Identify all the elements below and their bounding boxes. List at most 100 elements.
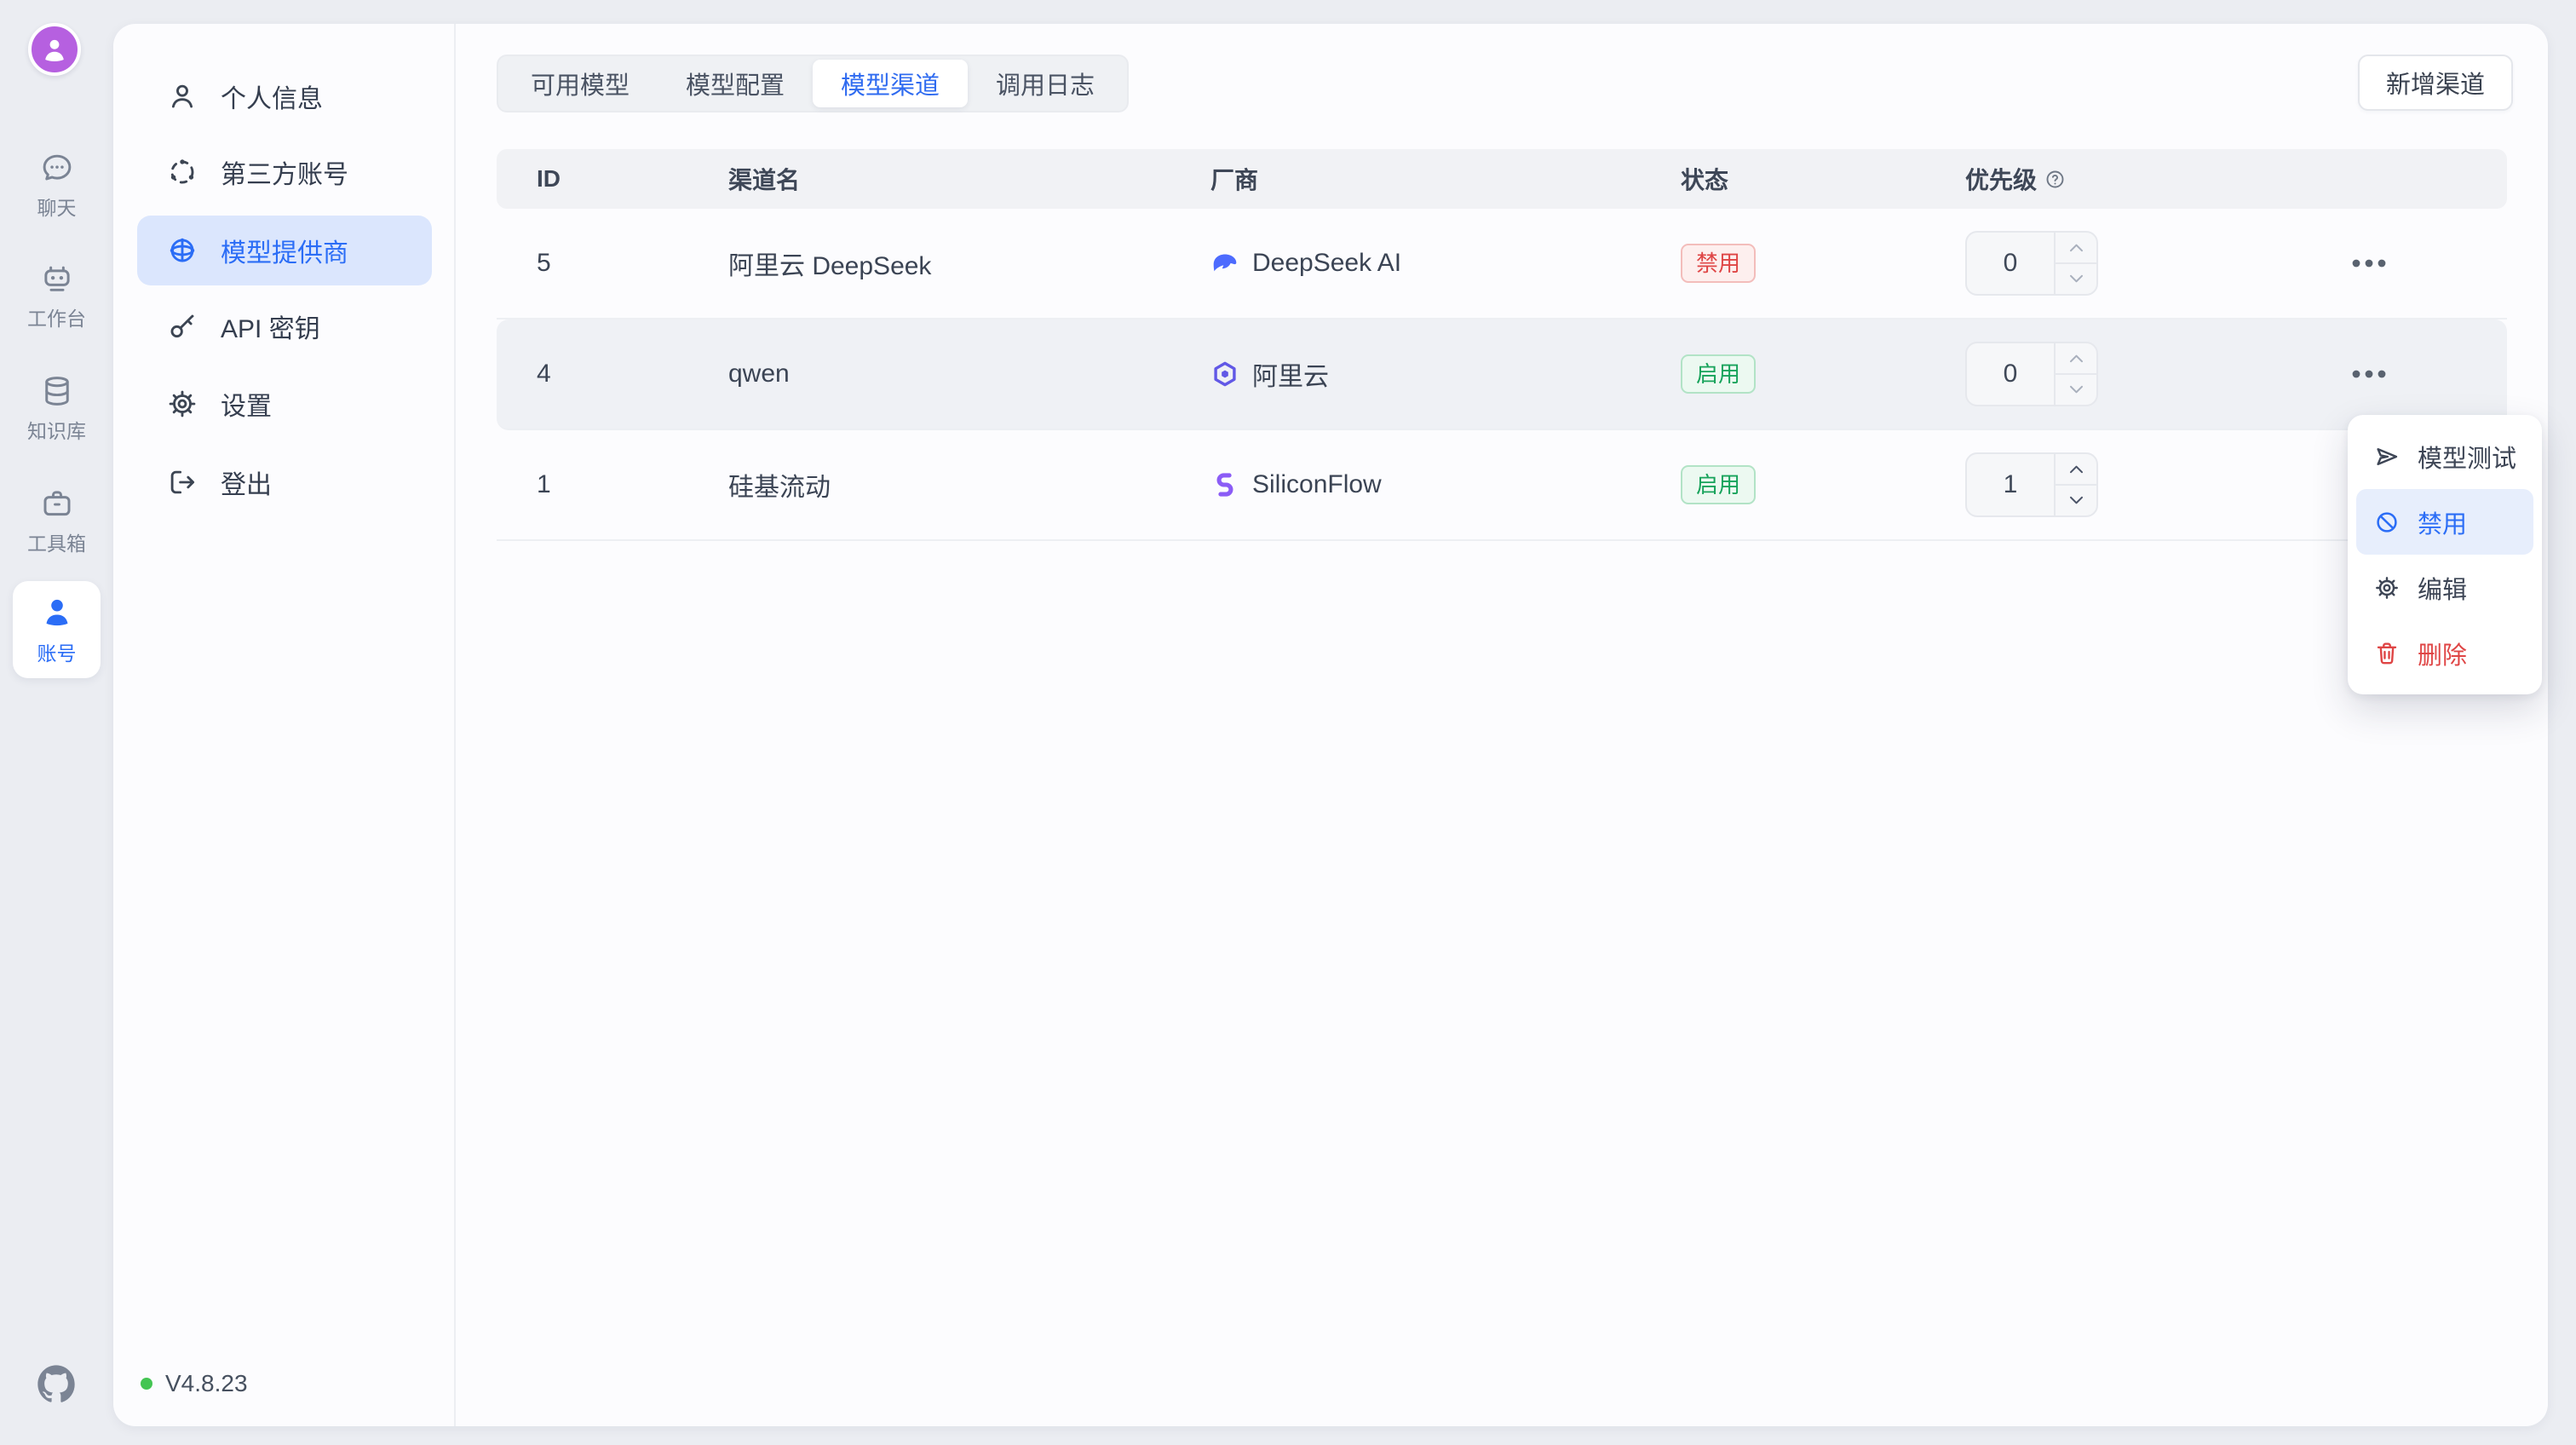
app-rail: 聊天 工作台 知识库 工具箱 账号 [0,0,113,1445]
help-circle-icon[interactable] [2044,168,2067,191]
gear-icon [2373,574,2401,602]
vendor-cell: DeepSeek AI [1210,209,1401,318]
briefcase-icon [39,486,75,521]
trash-icon [2373,640,2401,667]
nav-item-api-keys[interactable]: API 密钥 [137,291,432,361]
row-menu-button[interactable] [2343,243,2395,284]
robot-icon [39,261,75,296]
vendor-cell: 阿里云 [1210,320,1329,429]
menu-item-label: 删除 [2418,636,2467,671]
priority-stepper[interactable]: 1 [1965,452,2098,517]
channel-name: qwen [728,320,790,429]
menu-item-label: 禁用 [2418,504,2467,540]
rail-label-toolbox: 工具箱 [27,527,86,556]
nav-label: 登出 [221,463,272,501]
person-outline-icon [166,80,198,112]
version-label: V4.8.23 [165,1370,248,1397]
tab-call-logs[interactable]: 调用日志 [968,60,1123,107]
sidebar-item-knowledge[interactable]: 知识库 [0,373,113,444]
nav-item-model-providers[interactable]: 模型提供商 [137,216,432,285]
priority-value[interactable]: 1 [1967,454,2054,515]
github-icon[interactable] [34,1362,78,1406]
nav-label: 设置 [221,385,272,423]
siliconflow-logo-icon [1210,470,1239,499]
nav-label: API 密钥 [221,308,320,345]
nav-label: 第三方账号 [221,153,348,191]
sidebar-item-workspace[interactable]: 工作台 [0,261,113,331]
chat-bubble-icon [39,150,75,186]
status-cell: 启用 [1681,430,1756,539]
tab-model-config[interactable]: 模型配置 [658,60,813,107]
sidebar-item-toolbox[interactable]: 工具箱 [0,486,113,556]
table-row: 4 qwen 阿里云 启用 0 [497,320,2507,430]
row-id: 1 [537,430,551,539]
tab-bar: 可用模型 模型配置 模型渠道 调用日志 [497,55,1129,112]
add-channel-button[interactable]: 新增渠道 [2358,55,2513,111]
status-badge: 禁用 [1681,244,1756,283]
channel-name: 阿里云 DeepSeek [728,209,931,318]
col-vendor: 厂商 [1210,149,1258,209]
channels-table: ID 渠道名 厂商 状态 优先级 5 阿里云 DeepSeek DeepSeek… [497,149,2507,209]
tab-available-models[interactable]: 可用模型 [503,60,658,107]
vendor-name: SiliconFlow [1252,470,1382,499]
chevron-up-icon[interactable] [2056,343,2096,373]
priority-stepper[interactable]: 0 [1965,342,2098,406]
chevron-down-icon[interactable] [2056,373,2096,405]
chevron-up-icon[interactable] [2056,233,2096,262]
nav-item-settings[interactable]: 设置 [137,369,432,439]
chevron-down-icon[interactable] [2056,484,2096,515]
chevron-up-icon[interactable] [2056,454,2096,484]
col-status: 状态 [1681,149,1728,209]
rail-label-knowledge: 知识库 [27,415,86,444]
row-menu-button[interactable] [2343,354,2395,394]
chevron-down-icon[interactable] [2056,262,2096,294]
nav-item-profile[interactable]: 个人信息 [137,61,432,131]
avatar[interactable] [28,23,81,76]
online-dot-icon [141,1378,152,1390]
menu-item-model-test[interactable]: 模型测试 [2356,423,2533,489]
deepseek-logo-icon [1210,249,1239,278]
database-icon [39,373,75,409]
sidebar-item-chat[interactable]: 聊天 [0,150,113,221]
qwen-logo-icon [1210,360,1239,389]
status-badge: 启用 [1681,465,1756,504]
status-badge: 启用 [1681,354,1756,394]
menu-item-edit[interactable]: 编辑 [2356,555,2533,620]
vendor-name: DeepSeek AI [1252,249,1401,278]
gear-icon [166,388,198,420]
priority-value[interactable]: 0 [1967,343,2054,405]
paper-plane-icon [2373,443,2401,470]
rail-label-account: 账号 [37,637,77,666]
settings-nav: 个人信息 第三方账号 模型提供商 API 密钥 设置 登出 V4.8.23 [113,24,456,1426]
vendor-cell: SiliconFlow [1210,430,1382,539]
col-name: 渠道名 [728,149,800,209]
globe-model-icon [166,234,198,267]
status-cell: 启用 [1681,320,1756,429]
col-id: ID [537,149,561,209]
tab-model-channels[interactable]: 模型渠道 [813,60,968,107]
nav-label: 个人信息 [221,78,323,115]
menu-item-disable[interactable]: 禁用 [2356,489,2533,555]
person-icon [39,34,70,65]
ellipsis-icon [2351,369,2387,379]
sidebar-item-account[interactable]: 账号 [13,581,101,678]
rail-label-workspace: 工作台 [27,302,86,331]
status-cell: 禁用 [1681,209,1756,318]
row-id: 5 [537,209,551,318]
table-header: ID 渠道名 厂商 状态 优先级 [497,149,2507,209]
share-network-icon [166,156,198,188]
rail-label-chat: 聊天 [37,192,77,221]
key-icon [166,310,198,343]
nav-item-thirdparty[interactable]: 第三方账号 [137,137,432,207]
row-id: 4 [537,320,551,429]
version-row: V4.8.23 [141,1370,248,1397]
ellipsis-icon [2351,258,2387,268]
priority-stepper[interactable]: 0 [1965,231,2098,296]
menu-item-label: 编辑 [2418,570,2467,606]
person-filled-icon [38,593,76,630]
priority-value[interactable]: 0 [1967,233,2054,294]
col-priority: 优先级 [1965,149,2067,209]
menu-item-delete[interactable]: 删除 [2356,620,2533,686]
col-priority-label: 优先级 [1965,162,2037,196]
nav-item-logout[interactable]: 登出 [137,447,432,517]
